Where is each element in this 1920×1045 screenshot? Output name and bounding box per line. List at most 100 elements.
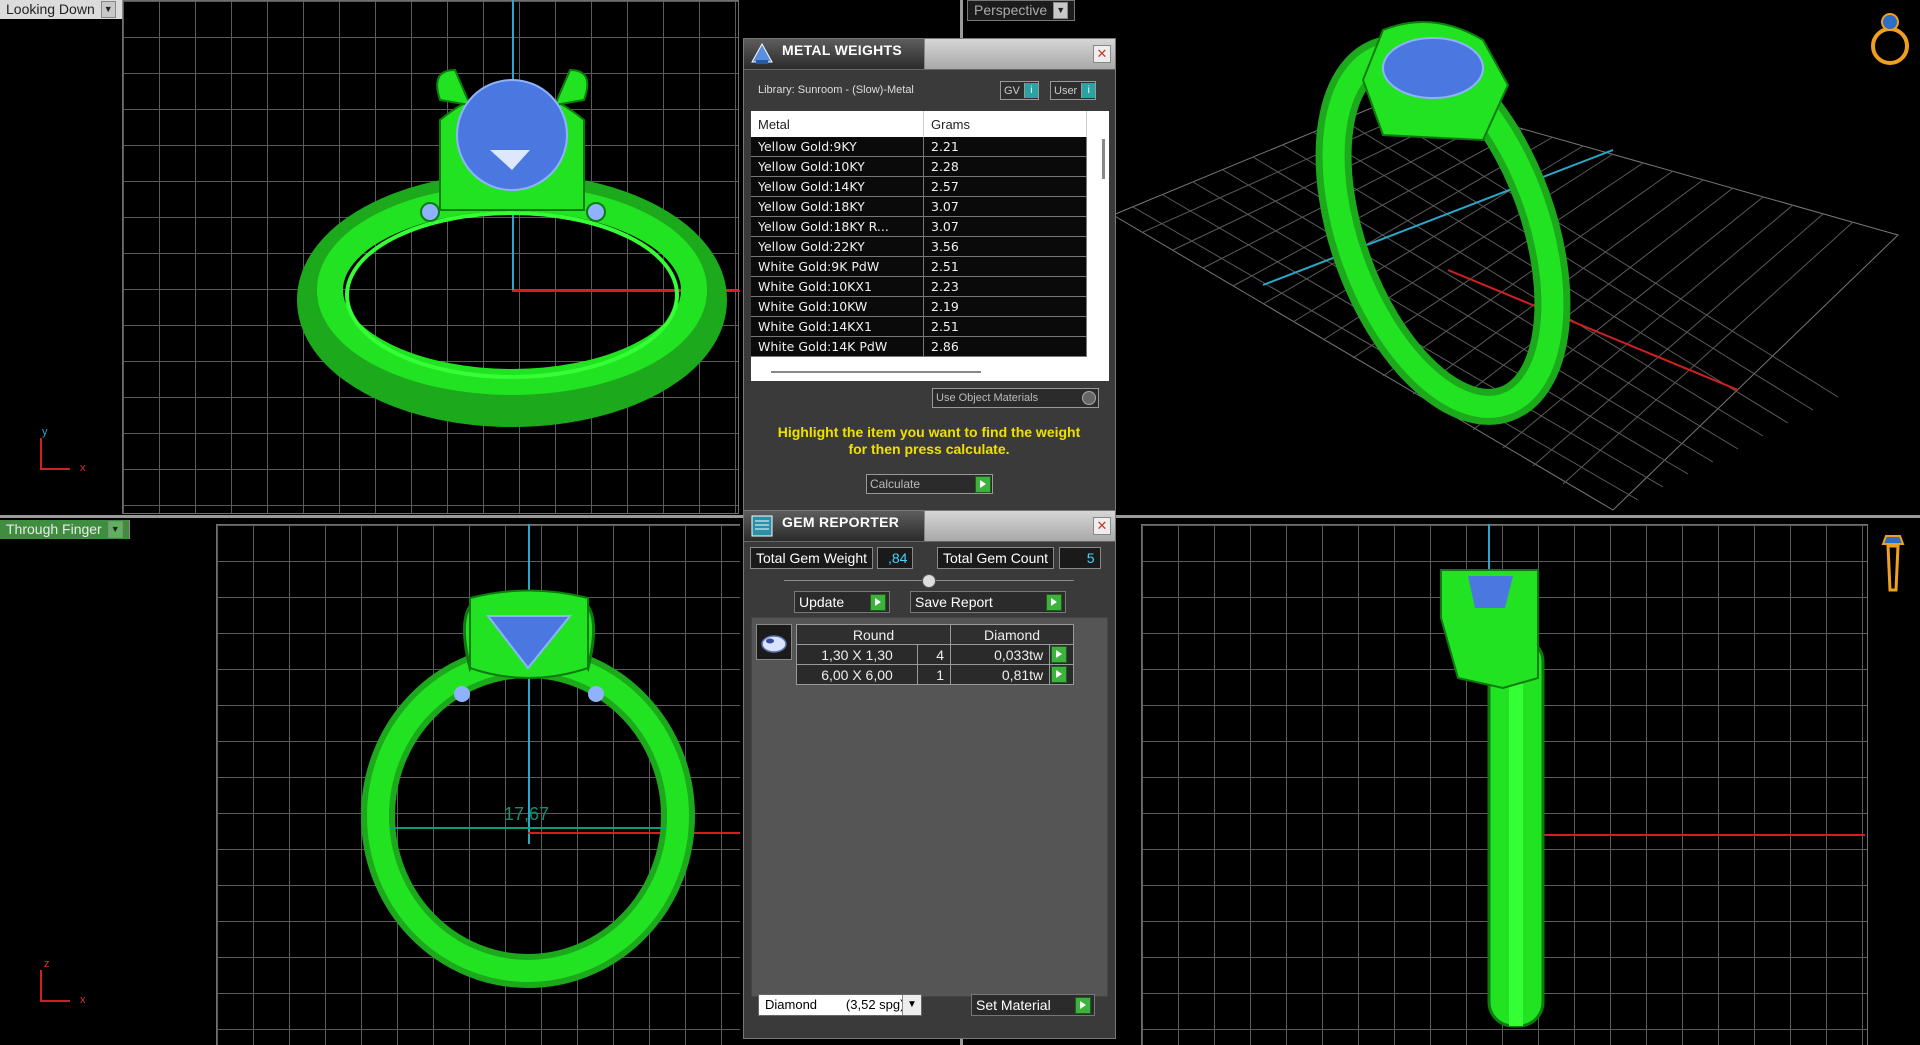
metal-name-cell: White Gold:9K PdW (751, 256, 924, 277)
gem-row[interactable]: 6,00 X 6,00 1 0,81tw (796, 664, 1074, 685)
gem-reporter-titlebar[interactable]: GEM REPORTER ✕ (744, 511, 1115, 542)
vertical-scrollbar[interactable] (1102, 139, 1105, 179)
ring-icon[interactable] (1866, 8, 1914, 68)
ring-front-view (361, 589, 695, 988)
column-header-metal[interactable]: Metal (751, 111, 924, 137)
gem-weight-cell: 0,81tw (949, 664, 1051, 685)
grams-cell: 3.07 (923, 196, 1087, 217)
material-select[interactable]: Diamond (3,52 spg) ▼ (758, 994, 922, 1016)
metal-table-container: Metal Grams Yellow Gold:9KY 2.21 Yellow Go… (751, 111, 1109, 381)
grams-cell: 2.19 (923, 296, 1087, 317)
metal-weights-icon (751, 42, 773, 64)
gem-size-cell: 6,00 X 6,00 (796, 664, 918, 685)
gem-setting-icon[interactable] (1878, 530, 1908, 600)
metal-weights-table: Metal Grams Yellow Gold:9KY 2.21 Yellow Go… (751, 111, 1087, 357)
gem-list-area: Round Diamond 1,30 X 1,30 4 0,033tw 6,00 X … (751, 617, 1108, 997)
table-row[interactable]: White Gold:10KW 2.19 (751, 296, 1087, 317)
update-label: Update (799, 594, 845, 610)
calculate-button[interactable]: Calculate (866, 474, 993, 494)
radio-icon (1082, 391, 1096, 405)
total-gem-count-label: Total Gem Count (937, 547, 1055, 569)
column-header-material: Diamond (950, 624, 1074, 645)
table-row[interactable]: White Gold:14KX1 2.51 (751, 316, 1087, 337)
column-header-grams[interactable]: Grams (923, 111, 1087, 137)
save-report-button[interactable]: Save Report (910, 591, 1066, 613)
grams-cell: 2.51 (923, 316, 1087, 337)
grams-cell: 2.51 (923, 256, 1087, 277)
metal-weights-panel: METAL WEIGHTS ✕ Library: Sunroom - (Slow… (743, 38, 1116, 512)
metal-name-cell: Yellow Gold:9KY (751, 137, 924, 157)
chevron-down-icon[interactable]: ▼ (1053, 2, 1069, 19)
table-row[interactable]: Yellow Gold:22KY 3.56 (751, 236, 1087, 257)
library-label: Library: Sunroom - (Slow)-Metal (758, 84, 914, 96)
table-row[interactable]: White Gold:14K PdW 2.86 (751, 336, 1087, 357)
calculate-label: Calculate (870, 477, 921, 491)
save-report-label: Save Report (915, 594, 993, 610)
metal-name-cell: Yellow Gold:18KY (751, 196, 924, 217)
table-row[interactable]: White Gold:9K PdW 2.51 (751, 256, 1087, 277)
play-icon (1051, 646, 1068, 664)
close-icon[interactable]: ✕ (1093, 517, 1111, 535)
gem-row-action[interactable] (1049, 644, 1074, 665)
slider-knob[interactable] (922, 574, 936, 588)
calculate-hint: Highlight the item you want to find the … (754, 424, 1104, 458)
axis-right-label: x (80, 462, 86, 474)
round-diamond-icon[interactable] (756, 624, 792, 660)
column-header-shape: Round (796, 624, 951, 645)
viewport-looking-down[interactable]: Looking Down ▼ y x (0, 0, 740, 515)
diamond-icon (761, 635, 787, 653)
grams-cell: 3.56 (923, 236, 1087, 257)
play-icon (975, 476, 991, 493)
gem-row-action[interactable] (1049, 664, 1074, 685)
panel-title: GEM REPORTER (782, 514, 900, 530)
gem-row[interactable]: 1,30 X 1,30 4 0,033tw (796, 644, 1074, 665)
gv-toggle-label: GV (1004, 84, 1020, 97)
metal-weights-titlebar[interactable]: METAL WEIGHTS ✕ (744, 39, 1115, 70)
chevron-down-icon[interactable]: ▼ (100, 1, 116, 18)
total-gem-weight: Total Gem Weight ,84 (750, 547, 914, 569)
user-toggle[interactable]: User i (1050, 81, 1097, 100)
set-material-label: Set Material (976, 997, 1051, 1013)
axis-up-label: z (44, 958, 50, 970)
viewport-label-looking-down[interactable]: Looking Down ▼ (0, 0, 123, 19)
info-icon: i (1023, 83, 1038, 98)
info-icon: i (1081, 83, 1096, 98)
table-row[interactable]: Yellow Gold:18KY R... 3.07 (751, 216, 1087, 237)
axis-indicator: z x (38, 958, 86, 1006)
table-row[interactable]: Yellow Gold:14KY 2.57 (751, 176, 1087, 197)
table-row[interactable]: Yellow Gold:18KY 3.07 (751, 196, 1087, 217)
total-gem-weight-value: ,84 (877, 547, 914, 569)
metal-name-cell: Yellow Gold:22KY (751, 236, 924, 257)
viewport-label-through-finger[interactable]: Through Finger ▼ (0, 520, 130, 539)
chevron-down-icon[interactable]: ▼ (107, 521, 123, 538)
close-icon[interactable]: ✕ (1093, 45, 1111, 63)
gem-count-cell: 1 (917, 664, 951, 685)
update-button[interactable]: Update (794, 591, 890, 613)
viewport-side[interactable] (1113, 518, 1920, 1045)
play-icon (870, 594, 886, 611)
ring-side-view (1440, 569, 1545, 1028)
gem-size-cell: 1,30 X 1,30 (796, 644, 918, 665)
table-row[interactable]: White Gold:10KX1 2.23 (751, 276, 1087, 297)
hint-line-2: for then press calculate. (848, 441, 1010, 457)
grams-cell: 2.21 (923, 137, 1087, 157)
grams-cell: 2.86 (923, 336, 1087, 357)
axis-indicator: y x (38, 426, 86, 474)
viewport-label-perspective[interactable]: Perspective ▼ (967, 0, 1076, 21)
hint-line-1: Highlight the item you want to find the … (777, 424, 1081, 440)
table-row[interactable]: Yellow Gold:10KY 2.28 (751, 156, 1087, 177)
grams-cell: 3.07 (923, 216, 1087, 237)
user-toggle-label: User (1054, 84, 1078, 97)
gem-weight-cell: 0,033tw (949, 644, 1051, 665)
set-material-button[interactable]: Set Material (971, 994, 1095, 1016)
material-select-value: Diamond (3,52 spg) (765, 997, 905, 1012)
table-row[interactable]: Yellow Gold:9KY 2.21 (751, 137, 1087, 157)
chevron-down-icon[interactable]: ▼ (902, 995, 921, 1015)
grams-cell: 2.57 (923, 176, 1087, 197)
use-object-materials-button[interactable]: Use Object Materials (932, 388, 1099, 408)
total-gem-weight-label: Total Gem Weight (750, 547, 874, 569)
viewport-through-finger[interactable]: 17,67 Through Finger ▼ z x (0, 518, 740, 1045)
horizontal-scrollbar[interactable] (771, 371, 981, 373)
gv-toggle[interactable]: GV i (1000, 81, 1039, 100)
grams-cell: 2.28 (923, 156, 1087, 177)
